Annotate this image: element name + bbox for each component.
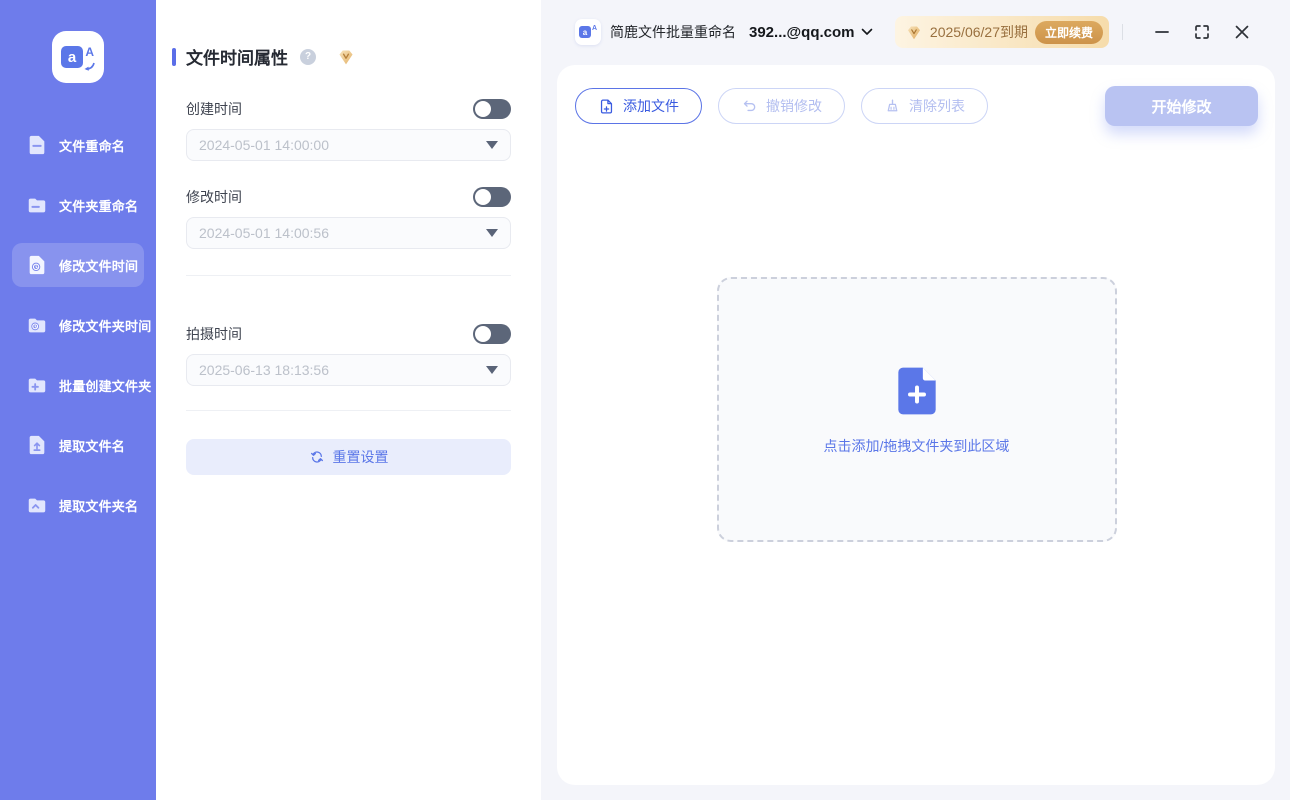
- file-plus-icon: [600, 98, 613, 114]
- chevron-down-icon: [861, 28, 872, 35]
- reset-settings-label: 重置设置: [332, 449, 389, 465]
- license-badge[interactable]: 2025/06/27到期 立即续费: [894, 16, 1109, 48]
- minimize-icon: [1155, 31, 1169, 33]
- clear-list-label: 清除列表: [909, 98, 965, 114]
- reset-settings-button[interactable]: 重置设置: [186, 439, 511, 475]
- shooting-time-select[interactable]: 2025-06-13 18:13:56: [186, 354, 511, 386]
- refresh-icon: [310, 451, 323, 463]
- toggle-knob: [475, 326, 491, 342]
- sidebar-item-modify-file-time[interactable]: 修改文件时间: [12, 243, 144, 287]
- minimize-button[interactable]: [1148, 18, 1176, 46]
- file-clock-icon: [29, 255, 45, 275]
- undo-icon: [743, 100, 756, 111]
- modified-time-value: 2024-05-01 14:00:56: [199, 225, 329, 241]
- add-files-label: 添加文件: [623, 98, 679, 114]
- logo-A-letter: A: [591, 25, 597, 32]
- app-logo: a A: [52, 31, 104, 83]
- sidebar-item-batch-create-folders[interactable]: 批量创建文件夹: [12, 363, 151, 407]
- logo-a-box: a: [579, 26, 591, 38]
- field-label-modified-time: 修改时间: [186, 189, 242, 205]
- sidebar-item-label: 文件夹重命名: [59, 198, 139, 214]
- help-icon[interactable]: ?: [300, 48, 316, 65]
- sidebar-item-label: 文件重命名: [59, 138, 126, 154]
- content-card: 添加文件 撤销修改 清除列表 开始修改 点击添加/拖拽文件夹到此区域: [557, 65, 1275, 785]
- sidebar-item-label: 提取文件名: [59, 438, 126, 454]
- app-title: 简鹿文件批量重命名: [610, 24, 736, 40]
- divider: [186, 410, 511, 411]
- caret-down-icon: [486, 229, 498, 237]
- settings-panel: 文件时间属性 ? 创建时间 2024-05-01 14:00:00 修改时间 2…: [156, 0, 541, 800]
- close-icon: [1235, 25, 1249, 39]
- logo-arrow-icon: [84, 62, 95, 71]
- sidebar-item-extract-file-names[interactable]: 提取文件名: [12, 423, 144, 467]
- sidebar-nav: 文件重命名 文件夹重命名 修改文件时间 修改文件夹时间 批量创建文件夹 提取文件…: [0, 107, 156, 543]
- creation-time-toggle[interactable]: [473, 99, 511, 119]
- undo-changes-label: 撤销修改: [766, 98, 822, 114]
- folder-plus-icon: [28, 378, 46, 393]
- add-document-icon: [897, 367, 936, 415]
- maximize-icon: [1195, 25, 1209, 39]
- license-expiry: 2025/06/27到期: [929, 24, 1028, 40]
- close-button[interactable]: [1228, 18, 1256, 46]
- shooting-time-value: 2025-06-13 18:13:56: [199, 362, 329, 378]
- account-email: 392...@qq.com: [749, 23, 855, 41]
- sidebar-item-extract-folder-names[interactable]: 提取文件夹名: [12, 483, 144, 527]
- file-icon: [29, 135, 45, 155]
- dropzone-hint: 点击添加/拖拽文件夹到此区域: [823, 438, 1010, 454]
- caret-down-icon: [486, 141, 498, 149]
- vip-diamond-icon: [336, 48, 356, 66]
- modified-time-toggle[interactable]: [473, 187, 511, 207]
- sidebar: a A 文件重命名 文件夹重命名 修改文件时间 修改文件夹时间 批量创建文件夹 …: [0, 0, 156, 800]
- clear-list-button[interactable]: 清除列表: [861, 88, 988, 124]
- toggle-knob: [475, 189, 491, 205]
- toolbar: 添加文件 撤销修改 清除列表 开始修改: [575, 86, 1258, 126]
- main-area: a A 简鹿文件批量重命名 392...@qq.com 2025/06/27到期: [541, 0, 1290, 800]
- logo-a-box: a: [61, 46, 83, 68]
- folder-icon: [28, 198, 46, 213]
- maximize-button[interactable]: [1188, 18, 1216, 46]
- renew-now-button[interactable]: 立即续费: [1034, 20, 1103, 44]
- creation-time-select[interactable]: 2024-05-01 14:00:00: [186, 129, 511, 161]
- file-dropzone[interactable]: 点击添加/拖拽文件夹到此区域: [716, 277, 1117, 542]
- sidebar-item-label: 修改文件时间: [59, 258, 139, 274]
- undo-changes-button[interactable]: 撤销修改: [718, 88, 845, 124]
- panel-title: 文件时间属性: [186, 49, 288, 68]
- field-label-shooting-time: 拍摄时间: [186, 326, 242, 342]
- field-label-creation-time: 创建时间: [186, 101, 242, 117]
- file-upload-icon: [29, 435, 45, 455]
- sidebar-item-label: 提取文件夹名: [59, 498, 139, 514]
- shooting-time-toggle[interactable]: [473, 324, 511, 344]
- add-files-button[interactable]: 添加文件: [575, 88, 702, 124]
- title-accent-bar: [172, 47, 176, 66]
- logo-A-letter: A: [85, 45, 94, 59]
- app-mini-logo: a A: [575, 19, 601, 45]
- vip-diamond-icon: [905, 24, 923, 41]
- divider: [186, 275, 511, 276]
- sidebar-item-label: 批量创建文件夹: [59, 378, 152, 394]
- modified-time-select[interactable]: 2024-05-01 14:00:56: [186, 217, 511, 249]
- titlebar-divider: [1122, 24, 1123, 40]
- sidebar-item-modify-folder-time[interactable]: 修改文件夹时间: [12, 303, 151, 347]
- account-menu[interactable]: 392...@qq.com: [749, 24, 873, 41]
- start-modify-button[interactable]: 开始修改: [1105, 86, 1258, 126]
- broom-icon: [887, 98, 898, 111]
- toggle-knob: [475, 101, 491, 117]
- sidebar-item-label: 修改文件夹时间: [59, 318, 152, 334]
- creation-time-value: 2024-05-01 14:00:00: [199, 137, 329, 153]
- titlebar: a A 简鹿文件批量重命名 392...@qq.com 2025/06/27到期: [541, 0, 1290, 64]
- folder-clock-icon: [28, 318, 46, 333]
- folder-upload-icon: [28, 498, 46, 513]
- caret-down-icon: [486, 366, 498, 374]
- sidebar-item-file-rename[interactable]: 文件重命名: [12, 123, 144, 167]
- sidebar-item-folder-rename[interactable]: 文件夹重命名: [12, 183, 144, 227]
